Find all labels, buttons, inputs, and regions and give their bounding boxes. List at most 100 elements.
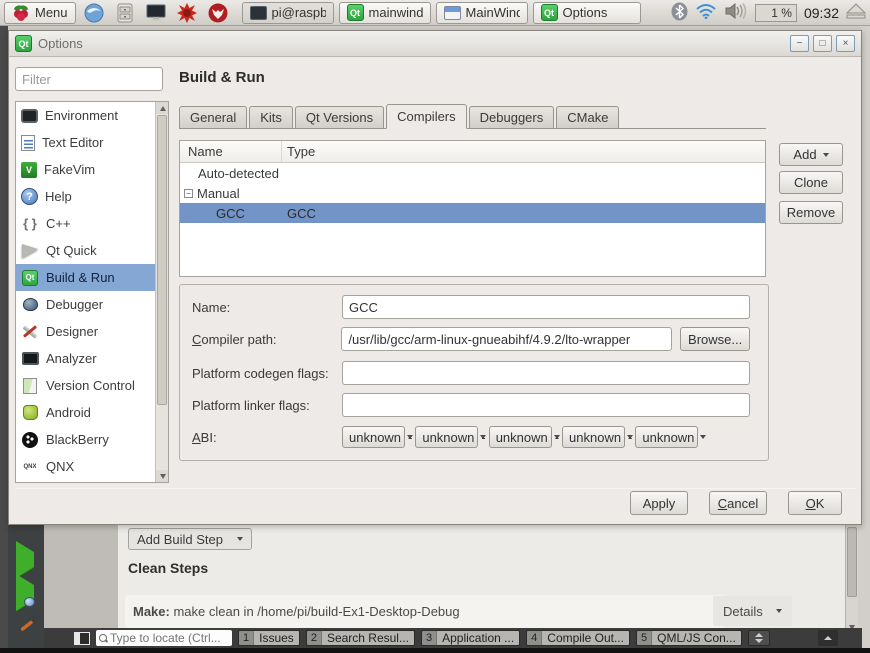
clone-button[interactable]: Clone xyxy=(779,171,843,194)
minimize-button[interactable]: − xyxy=(790,35,809,52)
column-header-name[interactable]: Name xyxy=(180,141,282,162)
clock[interactable]: 09:32 xyxy=(804,5,839,21)
scroll-up-icon[interactable] xyxy=(156,102,169,114)
web-browser-icon[interactable] xyxy=(81,2,107,24)
tab-cmake[interactable]: CMake xyxy=(556,106,619,128)
collapse-expander-icon[interactable]: − xyxy=(184,189,193,198)
sidebar-item-android[interactable]: Android xyxy=(16,399,155,426)
terminal-launcher-icon[interactable] xyxy=(143,2,169,24)
apply-label: Apply xyxy=(643,496,676,511)
column-header-type[interactable]: Type xyxy=(282,141,765,162)
sidebar-item-blackberry[interactable]: BlackBerry xyxy=(16,426,155,453)
creator-build-settings: Add Build Step Clean Steps Make: make cl… xyxy=(118,525,845,628)
taskbar-window-mainwindow-app[interactable]: MainWind... xyxy=(436,2,528,24)
dialog-titlebar[interactable]: Options − □ × xyxy=(9,31,861,57)
sidebar-item-cpp[interactable]: C++ xyxy=(16,210,155,237)
clean-step-row[interactable]: Make: make clean in /home/pi/build-Ex1-D… xyxy=(125,595,725,628)
make-command-text: make clean in /home/pi/build-Ex1-Desktop… xyxy=(170,604,460,619)
wifi-icon[interactable] xyxy=(695,3,717,22)
abi-label: ABI: xyxy=(192,430,342,445)
tab-compilers[interactable]: Compilers xyxy=(386,104,467,129)
sidebar-item-help[interactable]: Help xyxy=(16,183,155,210)
remove-button[interactable]: Remove xyxy=(779,201,843,224)
table-row-gcc[interactable]: GCC GCC xyxy=(180,203,765,223)
compilers-table: Name Type Auto-detected −Manual GCC GCC xyxy=(179,140,766,277)
output-pane-compile[interactable]: 4 Compile Out... xyxy=(526,630,630,646)
filter-input[interactable] xyxy=(15,67,163,91)
ok-button[interactable]: OK xyxy=(788,491,842,515)
table-row-manual[interactable]: −Manual xyxy=(180,183,765,203)
output-pane-application[interactable]: 3 Application ... xyxy=(421,630,520,646)
file-manager-icon[interactable] xyxy=(112,2,138,24)
table-row-autodetected[interactable]: Auto-detected xyxy=(180,163,765,183)
sidebar-item-qnx[interactable]: QNX xyxy=(16,453,155,480)
mathematica-icon[interactable] xyxy=(174,2,200,24)
bug-icon xyxy=(21,296,39,314)
taskbar-window-terminal[interactable]: pi@raspb... xyxy=(242,2,334,24)
sidebar-toggle-icon[interactable] xyxy=(74,632,90,645)
sidebar-item-text-editor[interactable]: Text Editor xyxy=(16,129,155,156)
tab-debuggers[interactable]: Debuggers xyxy=(469,106,555,128)
build-hammer-button[interactable] xyxy=(16,613,40,640)
abi-os-select[interactable]: unknown xyxy=(489,426,552,448)
maximize-pane-button[interactable] xyxy=(818,630,838,646)
taskbar-window-options[interactable]: Options xyxy=(533,2,641,24)
sidebar-item-version-control[interactable]: Version Control xyxy=(16,372,155,399)
details-button[interactable]: Details xyxy=(713,596,792,626)
fox-app-icon[interactable] xyxy=(205,2,231,24)
volume-icon[interactable] xyxy=(724,2,748,23)
linker-flags-field[interactable] xyxy=(342,393,750,417)
abi-vendor-select[interactable]: unknown xyxy=(415,426,478,448)
close-button[interactable]: × xyxy=(836,35,855,52)
sidebar-item-environment[interactable]: Environment xyxy=(16,102,155,129)
locator[interactable] xyxy=(96,630,232,646)
clone-label: Clone xyxy=(794,175,828,190)
apply-button[interactable]: Apply xyxy=(630,491,688,515)
sidebar-item-designer[interactable]: Designer xyxy=(16,318,155,345)
tab-kits[interactable]: Kits xyxy=(249,106,293,128)
scrollbar-thumb[interactable] xyxy=(157,115,167,405)
qt-icon xyxy=(347,4,364,21)
abi-arch-select[interactable]: unknown xyxy=(342,426,405,448)
output-pane-search[interactable]: 2 Search Resul... xyxy=(306,630,415,646)
sidebar-item-label: Version Control xyxy=(46,378,135,393)
codegen-flags-field[interactable] xyxy=(342,361,750,385)
tab-qt-versions[interactable]: Qt Versions xyxy=(295,106,384,128)
abi-wordwidth-select[interactable]: unknown xyxy=(635,426,698,448)
compiler-path-field[interactable] xyxy=(341,327,672,351)
sidebar-item-qt-quick[interactable]: Qt Quick xyxy=(16,237,155,264)
pane-selector-button[interactable] xyxy=(748,630,770,646)
sidebar-scrollbar[interactable] xyxy=(155,102,168,482)
add-build-step-button[interactable]: Add Build Step xyxy=(128,528,252,550)
sidebar-item-fakevim[interactable]: FakeVim xyxy=(16,156,155,183)
taskbar-window-mainwindow-cpp[interactable]: mainwind... xyxy=(339,2,431,24)
background-scrollbar[interactable] xyxy=(845,525,858,632)
cancel-button[interactable]: Cancel xyxy=(709,491,767,515)
abi-flavor-select[interactable]: unknown xyxy=(562,426,625,448)
output-pane-issues[interactable]: 1 Issues xyxy=(238,630,300,646)
scrollbar-thumb[interactable] xyxy=(847,527,857,597)
scroll-down-icon[interactable] xyxy=(156,470,169,482)
pane-label: Search Resul... xyxy=(322,631,414,645)
taskbar-window-label: mainwind... xyxy=(369,5,423,20)
pane-label: Compile Out... xyxy=(542,631,629,645)
browse-button[interactable]: Browse... xyxy=(680,327,750,351)
run-button[interactable] xyxy=(16,552,34,567)
locator-input[interactable] xyxy=(110,631,229,645)
sidebar-item-label: Text Editor xyxy=(42,135,103,150)
tab-general[interactable]: General xyxy=(179,106,247,128)
name-field[interactable] xyxy=(342,295,750,319)
sidebar-item-build-and-run[interactable]: Build & Run xyxy=(16,264,155,291)
maximize-button[interactable]: □ xyxy=(813,35,832,52)
menu-button[interactable]: Menu xyxy=(4,2,76,24)
sidebar-item-analyzer[interactable]: Analyzer xyxy=(16,345,155,372)
add-button[interactable]: Add xyxy=(779,143,843,166)
dropdown-arrow-icon xyxy=(237,537,243,541)
debug-run-button[interactable] xyxy=(16,585,34,600)
output-pane-qmljs[interactable]: 5 QML/JS Con... xyxy=(636,630,742,646)
eject-icon[interactable] xyxy=(846,3,866,22)
sidebar-item-debugger[interactable]: Debugger xyxy=(16,291,155,318)
search-icon xyxy=(99,634,108,643)
bluetooth-icon[interactable] xyxy=(671,2,688,24)
cpu-monitor[interactable]: 1 % xyxy=(755,4,797,22)
